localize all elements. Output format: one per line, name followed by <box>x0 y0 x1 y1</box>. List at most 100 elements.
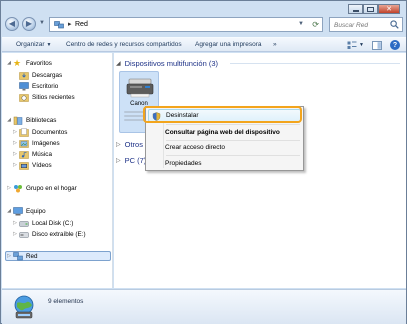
nav-libraries-label: Bibliotecas <box>26 116 57 124</box>
navigation-pane: ◢ ★ Favoritos Descargas Escritorio Sitio… <box>2 53 113 288</box>
preview-pane-icon[interactable] <box>372 40 382 50</box>
refresh-icon[interactable]: ⟳ <box>312 20 319 29</box>
nav-downloads-label: Descargas <box>32 71 63 79</box>
expand-arrow-icon[interactable]: ▷ <box>6 185 12 191</box>
nav-libraries[interactable]: ◢ Bibliotecas <box>6 115 56 125</box>
more-commands-button[interactable]: » <box>273 41 277 48</box>
desktop-icon <box>19 81 29 90</box>
maximize-button[interactable] <box>363 4 378 14</box>
view-controls: ▼ ? <box>347 40 400 50</box>
expand-arrow-icon[interactable]: ▷ <box>12 231 18 237</box>
nav-recent-label: Sitios recientes <box>32 93 75 101</box>
menu-separator <box>166 124 300 125</box>
removable-drive-icon <box>19 231 29 238</box>
nav-network-label: Red <box>26 252 38 260</box>
maximize-icon <box>367 6 374 12</box>
expand-arrow-icon[interactable]: ▷ <box>12 140 18 146</box>
nav-videos[interactable]: ▷ Vídeos <box>12 160 52 170</box>
nav-downloads[interactable]: Descargas <box>19 70 62 80</box>
libraries-icon <box>13 116 23 125</box>
explorer-window: ✕ ◀ ▶ ▼ ▸ Red ▼ ⟳ Organizar▼ Centro de r… <box>0 0 407 324</box>
music-icon <box>19 150 29 159</box>
chevron-down-icon: ▼ <box>46 42 52 48</box>
hard-drive-icon <box>19 220 29 227</box>
group-header-pc[interactable]: ▷ PC (7) <box>116 154 146 166</box>
expand-arrow-icon[interactable]: ▷ <box>12 220 18 226</box>
nav-computer[interactable]: ◢ Equipo <box>6 206 46 216</box>
minimize-icon <box>352 10 359 12</box>
forward-button[interactable]: ▶ <box>22 17 36 31</box>
nav-documents[interactable]: ▷ Documentos <box>12 127 67 137</box>
star-icon: ★ <box>13 57 22 68</box>
forward-arrow-icon: ▶ <box>25 19 33 28</box>
address-bar[interactable]: ▸ Red ▼ ⟳ <box>49 17 323 32</box>
close-button[interactable]: ✕ <box>378 4 400 14</box>
nav-recent-places[interactable]: Sitios recientes <box>19 92 75 102</box>
address-dropdown-icon[interactable]: ▼ <box>298 21 304 27</box>
nav-removable-disk[interactable]: ▷ Disco extraíble (E:) <box>12 229 86 239</box>
help-icon[interactable]: ? <box>390 40 400 50</box>
nav-local-disk-label: Local Disk (C:) <box>32 219 74 227</box>
expand-group-icon[interactable]: ▷ <box>116 141 121 148</box>
menu-separator <box>166 155 300 156</box>
nav-music[interactable]: ▷ Música <box>12 149 52 159</box>
nav-desktop-label: Escritorio <box>32 82 59 90</box>
nav-homegroup-label: Grupo en el hogar <box>26 184 77 192</box>
view-options-icon[interactable] <box>347 41 357 50</box>
back-button[interactable]: ◀ <box>5 17 19 31</box>
group-multifunction-label: Dispositivos multifunción (3) <box>124 58 218 68</box>
back-arrow-icon: ◀ <box>8 19 16 28</box>
menu-item-properties[interactable]: Propiedades <box>148 157 301 170</box>
nav-images[interactable]: ▷ Imágenes <box>12 138 60 148</box>
group-header-multifunction[interactable]: ◢ Dispositivos multifunción (3) <box>116 57 218 69</box>
view-dropdown-icon[interactable]: ▼ <box>359 42 364 48</box>
multifunction-printer-icon <box>126 78 154 98</box>
network-icon <box>54 21 64 29</box>
expand-arrow-icon[interactable]: ▷ <box>12 129 18 135</box>
expand-arrow-icon[interactable]: ▷ <box>12 151 18 157</box>
expand-arrow-icon[interactable]: ▷ <box>6 253 12 259</box>
organize-menu[interactable]: Organizar ▼ <box>16 41 52 48</box>
nav-favorites[interactable]: ◢ ★ Favoritos <box>6 58 52 68</box>
recent-places-icon <box>19 93 29 102</box>
add-printer-button[interactable]: Agregar una impresora <box>195 41 261 48</box>
recent-pages-dropdown-icon[interactable]: ▼ <box>39 20 45 26</box>
group-header-other[interactable]: ▷ Otros <box>116 138 143 150</box>
network-globe-icon <box>14 295 34 319</box>
nav-music-label: Música <box>32 150 52 158</box>
homegroup-icon <box>14 184 22 192</box>
search-box[interactable] <box>329 17 403 32</box>
window-caption-buttons: ✕ <box>348 4 400 14</box>
nav-documents-label: Documentos <box>32 128 68 136</box>
item-count: 9 elementos <box>48 298 84 305</box>
nav-homegroup[interactable]: ▷ Grupo en el hogar <box>6 183 77 193</box>
collapse-arrow-icon[interactable]: ◢ <box>6 60 12 66</box>
close-icon: ✕ <box>386 5 392 13</box>
videos-icon <box>19 161 29 170</box>
menu-item-create-shortcut[interactable]: Crear acceso directo <box>148 141 301 154</box>
nav-videos-label: Vídeos <box>32 161 52 169</box>
expand-arrow-icon[interactable]: ▷ <box>12 162 18 168</box>
collapse-arrow-icon[interactable]: ◢ <box>6 117 12 123</box>
nav-local-disk[interactable]: ▷ Local Disk (C:) <box>12 218 73 228</box>
nav-favorites-label: Favoritos <box>26 59 52 67</box>
collapse-arrow-icon[interactable]: ◢ <box>6 208 12 214</box>
breadcrumb-location[interactable]: Red <box>75 21 88 28</box>
nav-removable-label: Disco extraíble (E:) <box>32 230 86 238</box>
details-pane: 9 elementos <box>2 289 406 324</box>
network-center-button[interactable]: Centro de redes y recursos compartidos <box>66 41 182 48</box>
expand-group-icon[interactable]: ▷ <box>116 157 121 164</box>
collapse-group-icon[interactable]: ◢ <box>116 60 121 67</box>
command-bar: Organizar ▼ Centro de redes y recursos co… <box>2 37 406 52</box>
minimize-button[interactable] <box>348 4 363 14</box>
search-icon[interactable] <box>390 20 399 29</box>
nav-images-label: Imágenes <box>32 139 60 147</box>
group-divider <box>230 63 400 64</box>
group-other-label: Otros <box>124 139 143 149</box>
search-input[interactable] <box>334 20 390 30</box>
menu-item-view-web-page[interactable]: Consultar página web del dispositivo <box>148 126 301 139</box>
breadcrumb-separator[interactable]: ▸ <box>68 20 72 28</box>
nav-desktop[interactable]: Escritorio <box>19 81 58 91</box>
nav-network[interactable]: ▷ Red <box>5 251 111 261</box>
organize-label: Organizar <box>16 41 45 48</box>
